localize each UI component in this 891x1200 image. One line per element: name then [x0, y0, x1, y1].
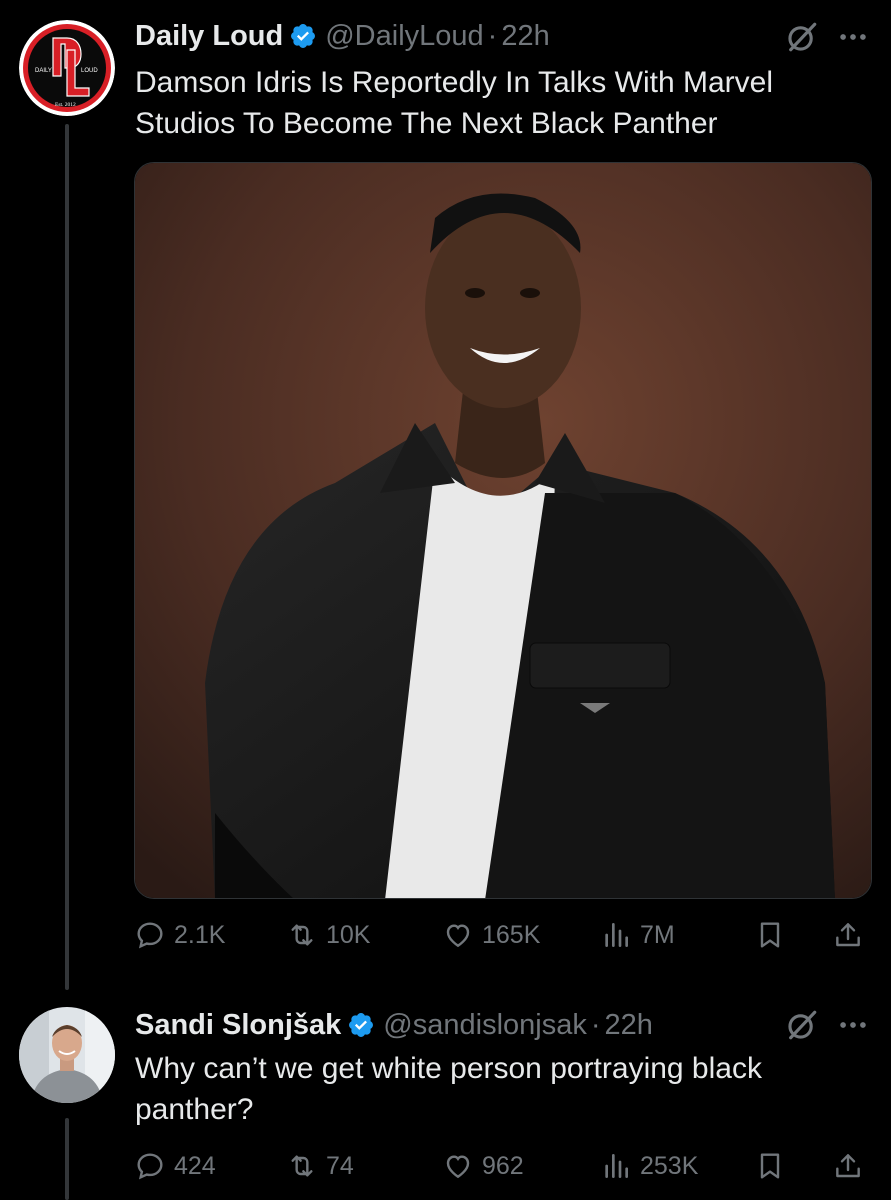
reply-icon — [137, 1153, 163, 1180]
svg-text:Est. 2012: Est. 2012 — [55, 102, 76, 108]
repost-button[interactable]: 74 — [286, 1144, 354, 1188]
reply-icon — [137, 922, 163, 949]
like-count: 962 — [482, 1151, 524, 1180]
share-icon — [836, 923, 860, 947]
thread-line — [65, 124, 69, 990]
grok-icon[interactable] — [785, 1008, 819, 1042]
reply-button[interactable]: 424 — [134, 1144, 216, 1188]
repost-count: 10K — [326, 920, 371, 949]
display-name[interactable]: Sandi Slonjšak — [135, 1009, 341, 1042]
tweet-text: Why can’t we get white person portraying… — [135, 1052, 762, 1126]
tweet-text: Damson Idris Is Reportedly In Talks With… — [135, 66, 773, 140]
svg-text:LOUD: LOUD — [81, 68, 98, 74]
views-icon — [605, 1154, 628, 1178]
tweet-photo[interactable] — [134, 162, 872, 899]
grok-icon[interactable] — [785, 20, 819, 54]
like-button[interactable]: 165K — [442, 913, 540, 957]
bookmark-icon — [760, 1153, 780, 1179]
reply-count: 424 — [174, 1151, 216, 1180]
profile-photo — [19, 1007, 115, 1103]
like-count: 165K — [482, 920, 541, 949]
repost-count: 74 — [326, 1151, 354, 1180]
more-icon[interactable] — [836, 1008, 870, 1042]
separator-dot: · — [487, 19, 498, 52]
verified-badge-icon — [349, 1013, 374, 1037]
tweet-actions: 2.1K 10K 165K 7M — [134, 913, 874, 957]
timestamp[interactable]: 22h — [605, 1009, 653, 1042]
timestamp[interactable]: 22h — [501, 20, 549, 53]
views-button[interactable]: 7M — [600, 913, 675, 957]
daily-loud-logo: DAILY LOUD Est. 2012 — [19, 20, 115, 116]
bookmark-button[interactable] — [754, 913, 786, 957]
tweet-header: Daily Loud @DailyLoud · 22h — [135, 16, 550, 56]
view-count: 253K — [640, 1151, 699, 1180]
repost-icon — [291, 924, 313, 946]
repost-icon — [291, 1155, 313, 1177]
display-name[interactable]: Daily Loud — [135, 20, 283, 53]
svg-text:DAILY: DAILY — [35, 68, 52, 74]
avatar-daily-loud[interactable]: DAILY LOUD Est. 2012 — [19, 20, 115, 116]
reply-count: 2.1K — [174, 920, 226, 949]
view-count: 7M — [640, 920, 675, 949]
share-button[interactable] — [832, 1144, 864, 1188]
separator-dot: · — [590, 1008, 601, 1041]
share-icon — [836, 1154, 860, 1178]
tweet-sandi-slonjsak[interactable]: Sandi Slonjšak @sandislonjsak · 22h Why … — [0, 990, 891, 1200]
avatar-sandi-slonjsak[interactable] — [19, 1007, 115, 1103]
more-icon[interactable] — [836, 20, 870, 54]
reply-button[interactable]: 2.1K — [134, 913, 225, 957]
views-icon — [605, 923, 628, 947]
like-icon — [446, 1155, 470, 1179]
handle[interactable]: @DailyLoud — [325, 20, 483, 53]
bookmark-icon — [760, 922, 780, 948]
handle[interactable]: @sandislonjsak — [383, 1009, 587, 1042]
repost-button[interactable]: 10K — [286, 913, 370, 957]
tweet-actions: 424 74 962 253K — [134, 1144, 874, 1188]
like-icon — [446, 924, 470, 948]
thread-line-continued — [65, 1118, 69, 1200]
photo-of-smiling-man — [135, 163, 871, 898]
like-button[interactable]: 962 — [442, 1144, 524, 1188]
tweet-daily-loud[interactable]: DAILY LOUD Est. 2012 Daily Loud @DailyLo… — [0, 0, 891, 990]
share-button[interactable] — [832, 913, 864, 957]
verified-badge-icon — [291, 24, 316, 48]
views-button[interactable]: 253K — [600, 1144, 698, 1188]
bookmark-button[interactable] — [754, 1144, 786, 1188]
tweet-header: Sandi Slonjšak @sandislonjsak · 22h — [135, 1005, 653, 1045]
